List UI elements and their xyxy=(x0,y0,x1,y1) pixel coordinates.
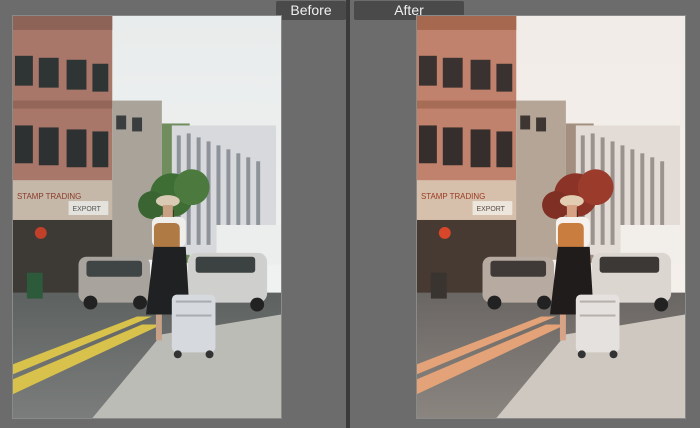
shop-sign-text-after: STAMP TRADING xyxy=(421,192,485,201)
after-street-scene: STAMP TRADING EXPORT xyxy=(417,16,685,418)
after-photo: STAMP TRADING EXPORT xyxy=(416,15,686,419)
before-street-scene: STAMP TRADING EXPORT xyxy=(13,16,281,418)
comparison-view: Before After STAMP TRADING EXPORT STAMP … xyxy=(0,0,700,428)
before-photo: STAMP TRADING EXPORT xyxy=(12,15,282,419)
split-divider[interactable] xyxy=(346,0,350,428)
building-sign-text: EXPORT xyxy=(73,206,102,213)
shop-sign-text: STAMP TRADING xyxy=(17,192,81,201)
before-label: Before xyxy=(276,1,346,20)
building-sign-text-after: EXPORT xyxy=(477,206,506,213)
